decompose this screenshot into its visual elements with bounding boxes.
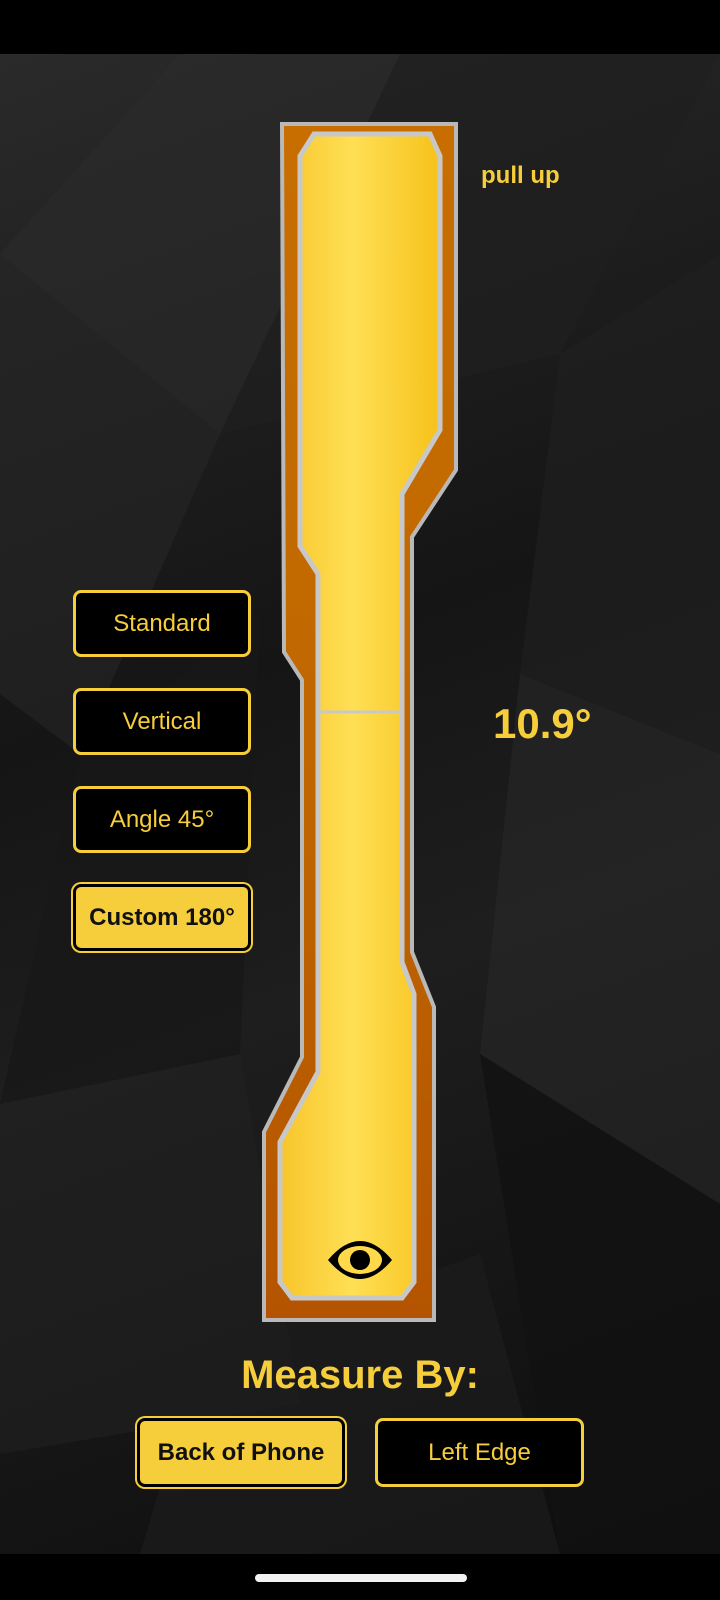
angle-readout: 10.9° xyxy=(493,700,592,747)
home-indicator[interactable] xyxy=(255,1574,467,1582)
mode-angle45-button[interactable]: Angle 45° xyxy=(73,786,251,853)
mode-standard-button[interactable]: Standard xyxy=(73,590,251,657)
status-bar xyxy=(0,0,720,54)
measure-back-of-phone-button[interactable]: Back of Phone xyxy=(137,1418,345,1487)
mode-vertical-button[interactable]: Vertical xyxy=(73,688,251,755)
direction-label: pull up xyxy=(481,162,560,189)
measure-by-title: Measure By: xyxy=(241,1353,479,1397)
measure-left-edge-button[interactable]: Left Edge xyxy=(375,1418,584,1487)
mode-custom-button[interactable]: Custom 180° xyxy=(73,884,251,951)
bubble-level xyxy=(262,122,474,1322)
